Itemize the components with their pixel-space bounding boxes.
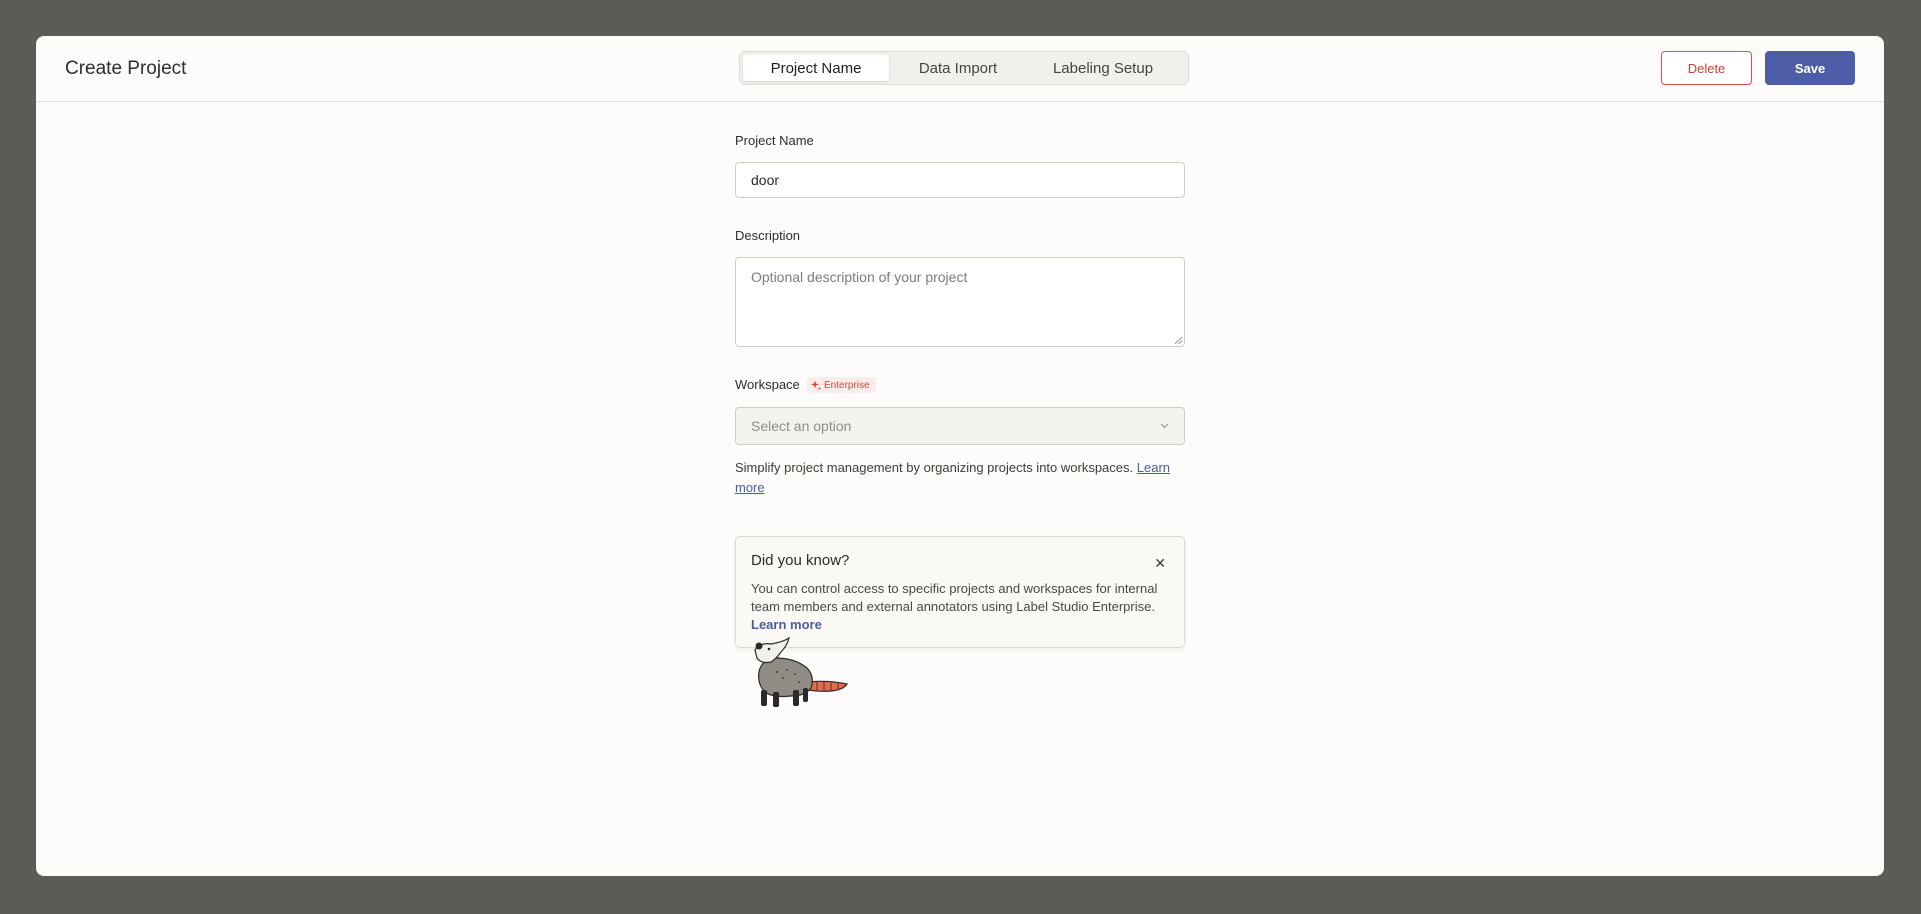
resize-handle-icon[interactable] <box>1174 336 1182 344</box>
enterprise-badge-label: Enterprise <box>824 379 870 391</box>
step-tabs: Project Name Data Import Labeling Setup <box>739 51 1189 85</box>
opossum-mascot-illustration <box>754 636 848 707</box>
save-button[interactable]: Save <box>1765 51 1855 85</box>
card-title: Did you know? <box>751 552 850 569</box>
tab-project-name[interactable]: Project Name <box>743 55 889 81</box>
delete-button[interactable]: Delete <box>1661 51 1752 85</box>
did-you-know-card: Did you know? ✕ You can control access t… <box>735 536 1185 648</box>
tab-data-import[interactable]: Data Import <box>889 55 1027 81</box>
description-textarea[interactable]: Optional description of your project <box>735 257 1185 347</box>
project-name-label: Project Name <box>735 133 814 148</box>
modal-header: Create Project Project Name Data Import … <box>36 36 1884 102</box>
tab-labeling-setup[interactable]: Labeling Setup <box>1027 55 1179 81</box>
page-title: Create Project <box>65 58 187 79</box>
workspace-label: Workspace <box>735 377 800 392</box>
enterprise-badge: Enterprise <box>807 377 876 393</box>
chevron-down-icon <box>1160 423 1169 429</box>
card-text-body: You can control access to specific proje… <box>751 581 1158 614</box>
create-project-modal: Create Project Project Name Data Import … <box>36 36 1884 876</box>
workspace-select[interactable]: Select an option <box>735 407 1185 445</box>
description-placeholder: Optional description of your project <box>751 269 968 285</box>
sparkle-icon <box>811 380 821 390</box>
project-name-input[interactable]: door <box>735 162 1185 198</box>
workspace-select-placeholder: Select an option <box>751 418 852 434</box>
description-label: Description <box>735 228 801 243</box>
workspace-help-text: Simplify project management by organizin… <box>735 458 1185 498</box>
card-text: You can control access to specific proje… <box>751 580 1169 634</box>
close-icon[interactable]: ✕ <box>1154 556 1166 570</box>
workspace-help-body: Simplify project management by organizin… <box>735 460 1134 475</box>
card-learn-more-link[interactable]: Learn more <box>751 617 822 632</box>
